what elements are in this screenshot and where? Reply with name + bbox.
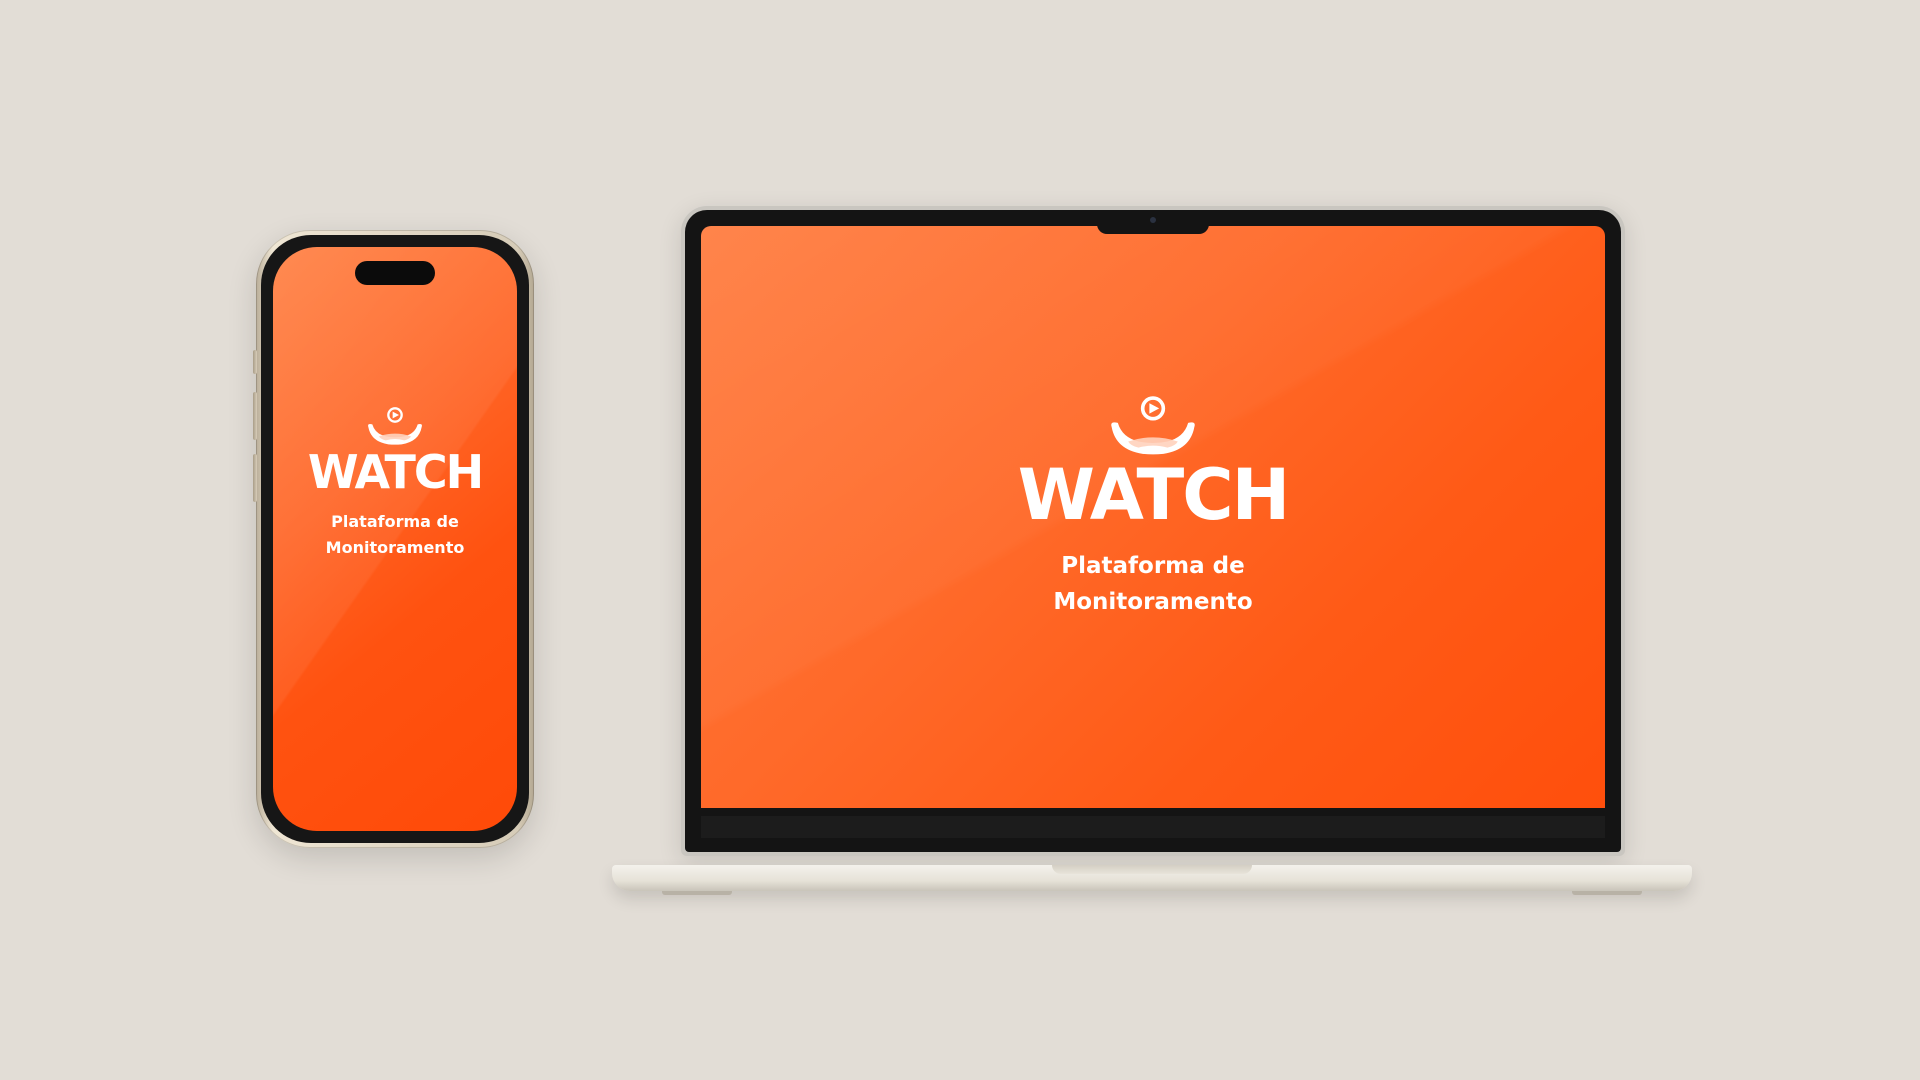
phone-app-logo: WATCH Plataforma de Monitoramento: [273, 407, 517, 561]
play-crown-icon: [363, 407, 427, 447]
phone-screen: WATCH Plataforma de Monitoramento: [273, 247, 517, 831]
dynamic-island: [355, 261, 435, 285]
tagline-line-1: Plataforma de: [331, 512, 459, 531]
laptop-chin: [701, 816, 1605, 838]
app-tagline: Plataforma de Monitoramento: [310, 509, 480, 561]
phone-device: WATCH Plataforma de Monitoramento: [253, 230, 534, 848]
phone-bezel: WATCH Plataforma de Monitoramento: [261, 235, 529, 843]
tagline-line-2: Monitoramento: [325, 538, 465, 557]
laptop-lid: WATCH Plataforma de Monitoramento: [681, 206, 1625, 856]
laptop-foot-left: [662, 891, 732, 895]
laptop-app-logo: WATCH Plataforma de Monitoramento: [701, 396, 1605, 620]
laptop-bezel: WATCH Plataforma de Monitoramento: [685, 210, 1621, 852]
webcam-icon: [1150, 217, 1156, 223]
app-tagline: Plataforma de Monitoramento: [1033, 548, 1273, 620]
app-name-wordmark: WATCH: [1017, 454, 1291, 536]
laptop-foot-right: [1572, 891, 1642, 895]
laptop-base: [612, 865, 1692, 895]
play-crown-icon: [1103, 396, 1203, 458]
app-name-wordmark: WATCH: [307, 445, 484, 499]
tagline-line-2: Monitoramento: [1053, 589, 1253, 615]
phone-volume-up-button: [253, 392, 257, 440]
phone-volume-down-button: [253, 454, 257, 502]
tagline-line-1: Plataforma de: [1061, 553, 1245, 579]
laptop-camera-notch: [1097, 210, 1209, 234]
laptop-lid-opening-notch: [1052, 865, 1252, 874]
mockup-scene: WATCH Plataforma de Monitoramento WATCH …: [0, 0, 1920, 1080]
phone-action-button: [253, 350, 257, 374]
laptop-screen: WATCH Plataforma de Monitoramento: [701, 226, 1605, 808]
